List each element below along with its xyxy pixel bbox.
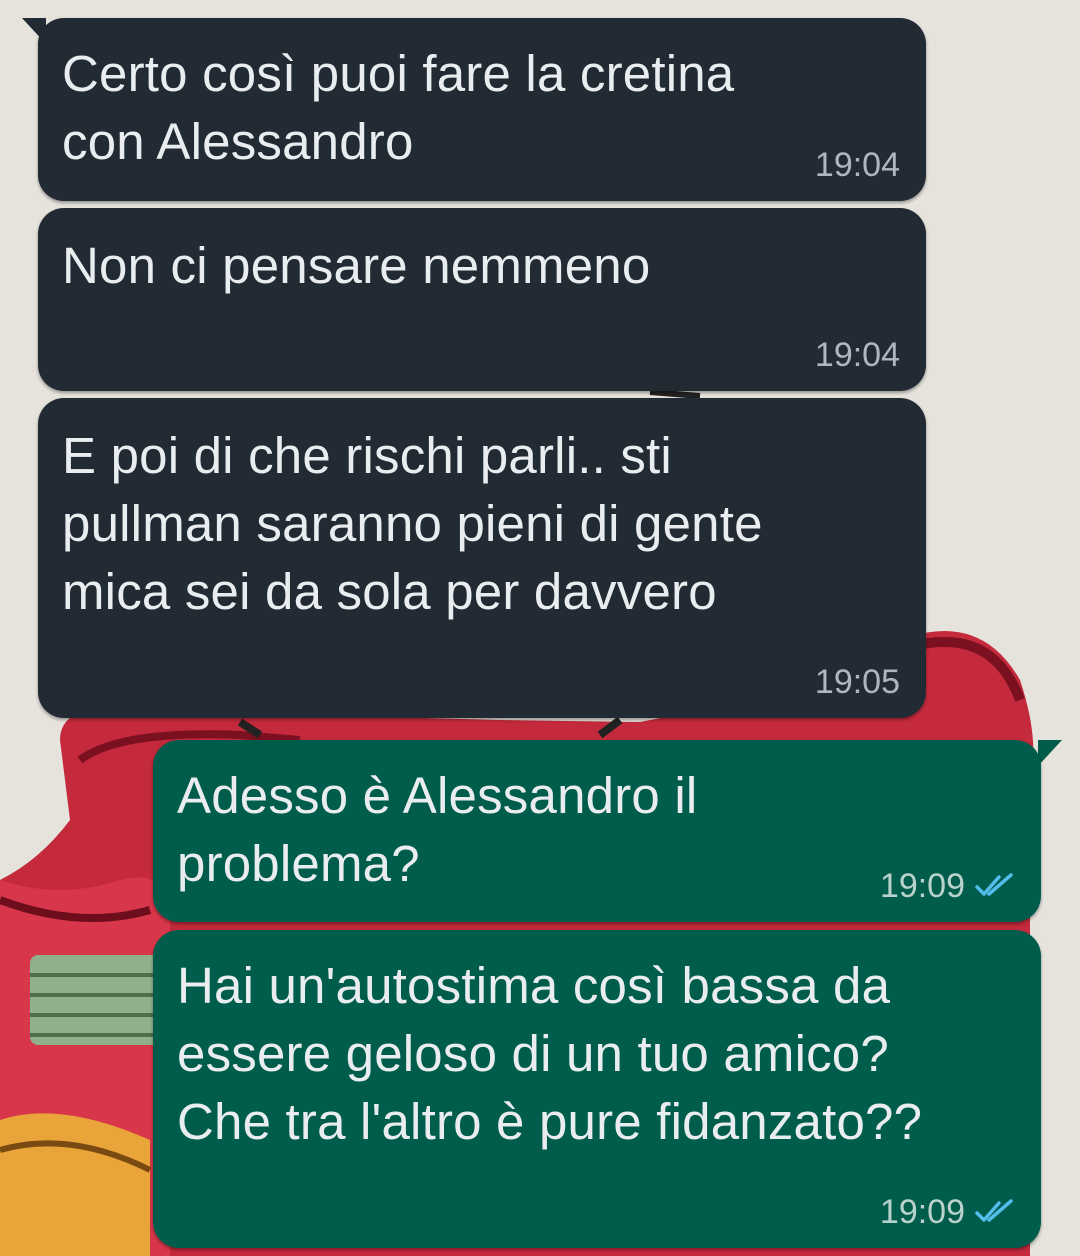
message-bubble-outgoing[interactable]: Adesso è Alessandro il problema? 19:09 [153, 740, 1041, 922]
message-time: 19:09 [879, 867, 965, 905]
bubble-tail-outgoing [1038, 740, 1062, 766]
message-text: E poi di che rischi parli.. sti pullman … [62, 427, 763, 620]
message-meta: 19:04 [815, 145, 900, 185]
message-meta: 19:09 [880, 1192, 1015, 1232]
message-meta: 19:05 [815, 662, 900, 702]
double-check-icon [975, 1199, 1015, 1225]
message-time: 19:04 [814, 146, 900, 184]
message-time: 19:04 [814, 336, 900, 374]
message-time: 19:09 [879, 1193, 965, 1231]
message-bubble-incoming[interactable]: Non ci pensare nemmeno 19:04 [38, 208, 926, 391]
double-check-icon [975, 873, 1015, 899]
message-text: Certo così puoi fare la cretina con Ales… [62, 45, 735, 170]
message-bubble-incoming[interactable]: E poi di che rischi parli.. sti pullman … [38, 398, 926, 718]
message-meta: 19:09 [880, 866, 1015, 906]
message-bubble-outgoing[interactable]: Hai un'autostima così bassa da essere ge… [153, 930, 1041, 1248]
message-time: 19:05 [814, 663, 900, 701]
message-bubble-incoming[interactable]: Certo così puoi fare la cretina con Ales… [38, 18, 926, 201]
message-text: Hai un'autostima così bassa da essere ge… [177, 957, 923, 1150]
message-meta: 19:04 [815, 335, 900, 375]
message-text: Non ci pensare nemmeno [62, 237, 651, 294]
